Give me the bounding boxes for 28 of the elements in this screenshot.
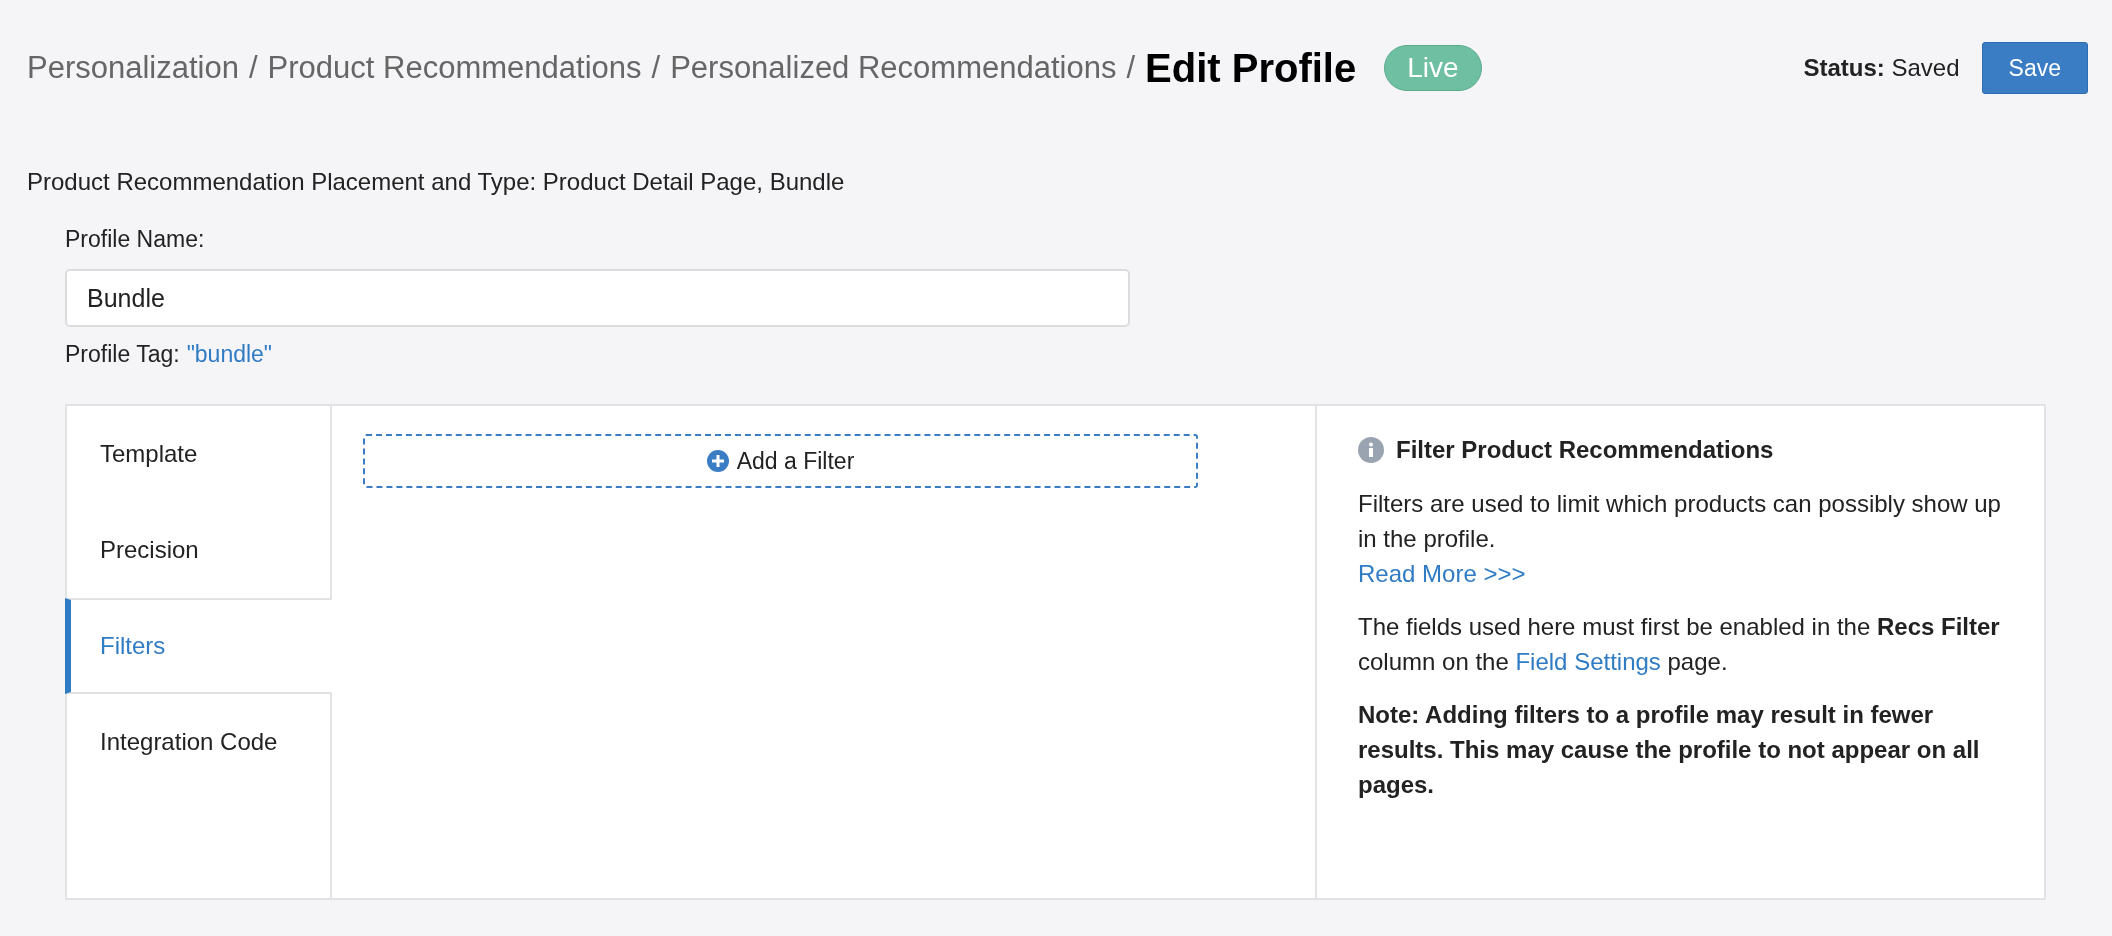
side-tab[interactable]: Template bbox=[65, 406, 332, 502]
field-settings-link[interactable]: Field Settings bbox=[1515, 648, 1661, 675]
field-label: Profile Tag: bbox=[65, 341, 180, 368]
help-text: Filters are used to limit which products can possibly show up in the profile. bbox=[1358, 489, 2002, 554]
breadcrumb-link[interactable]: Personalization bbox=[27, 50, 239, 86]
side-tab[interactable]: Precision bbox=[65, 502, 332, 598]
profile-name-field[interactable]: Bundle bbox=[65, 269, 1130, 327]
add-filter-button[interactable]: Add a Filter bbox=[363, 434, 1198, 488]
read-more-link[interactable]: Read More >>> bbox=[1358, 556, 1526, 591]
save-button[interactable]: Save bbox=[1981, 42, 2088, 94]
info-icon bbox=[1358, 437, 1384, 463]
placement-info: Product Recommendation Placement and Type: Product Detail Page, Bundle bbox=[27, 168, 846, 196]
plus-icon bbox=[706, 450, 729, 472]
breadcrumb-separator: / bbox=[651, 50, 661, 86]
side-tab[interactable]: Integration Code bbox=[65, 694, 332, 790]
save-status: Status: Saved bbox=[1803, 54, 1960, 82]
help-text: The fields used here must first be enabled in the Recs Filter column on the Field Settings page. bbox=[1358, 612, 2001, 677]
side-tab[interactable]: Filters bbox=[65, 598, 332, 694]
help-title: Filter Product Recommendations bbox=[1396, 436, 1774, 464]
field-label: Profile Name: bbox=[65, 226, 206, 253]
breadcrumb-link[interactable]: Product Recommendations bbox=[267, 50, 642, 86]
help-note: Note: Adding filters to a profile may result in fewer results. This may cause the profile to not appear on all pages. bbox=[1358, 700, 1981, 800]
status-badge: Live bbox=[1384, 45, 1482, 91]
breadcrumb-separator: / bbox=[1126, 50, 1136, 86]
page-title: Edit Profile bbox=[1145, 45, 1357, 91]
breadcrumb-link[interactable]: Personalized Recommendations bbox=[670, 50, 1117, 86]
breadcrumb-separator: / bbox=[248, 50, 258, 86]
profile-tag-link[interactable]: "bundle" bbox=[186, 341, 273, 368]
